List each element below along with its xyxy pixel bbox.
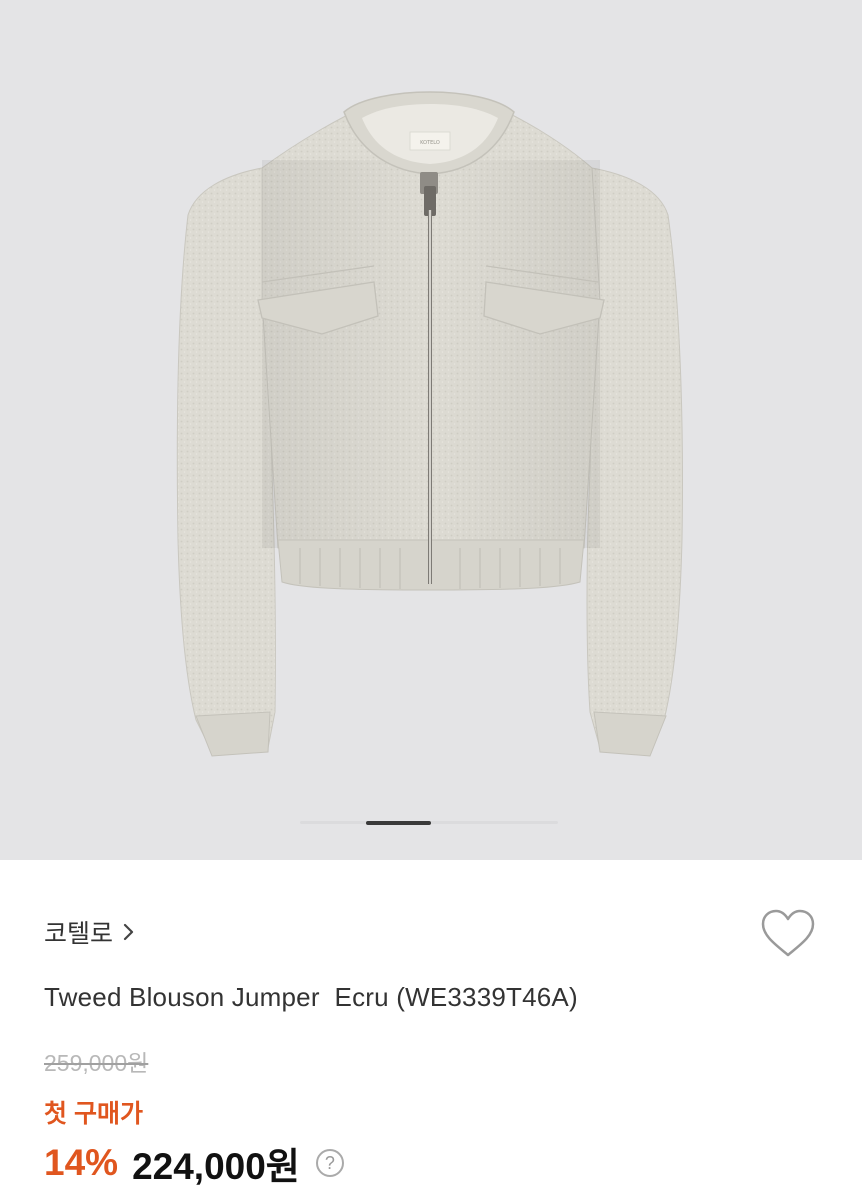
question-circle-icon[interactable]: ? [315,1149,344,1177]
gallery-indicator-active[interactable] [366,821,431,825]
discount-rate: 14% [44,1142,119,1183]
heart-outline-icon[interactable] [758,907,818,961]
chevron-right-icon [123,923,134,941]
final-price: 224,000원 [132,1146,300,1187]
product-image-gallery[interactable]: KOTELO [0,0,862,860]
garment-label-text: KOTELO [420,140,440,146]
original-price: 259,000원 [44,1050,149,1076]
product-info: 코텔로 Tweed Blouson Jumper Ecru (WE3339T46… [0,860,862,1200]
brand-link[interactable]: 코텔로 [44,914,137,950]
price-row: 14% 224,000원 ? [44,1136,344,1190]
product-image: KOTELO [176,91,683,757]
first-purchase-label: 첫 구매가 [44,1100,143,1128]
brand-name[interactable]: 코텔로 [44,914,113,950]
product-title: Tweed Blouson Jumper Ecru (WE3339T46A) [44,982,578,1012]
